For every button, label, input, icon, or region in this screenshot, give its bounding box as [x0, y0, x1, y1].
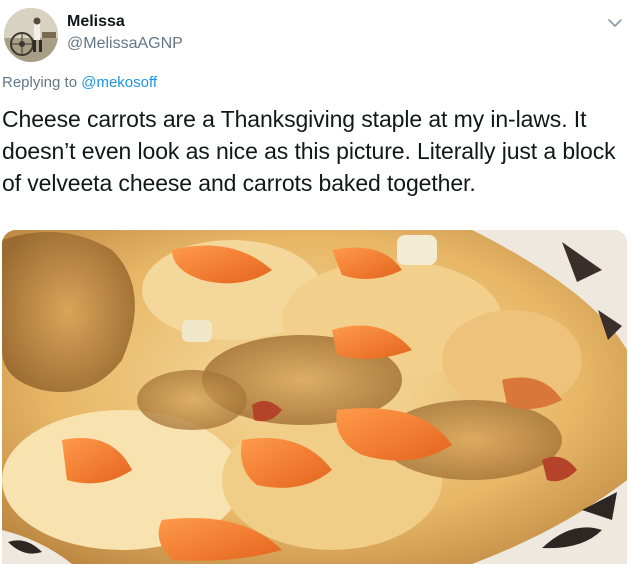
chevron-down-icon[interactable] [606, 14, 624, 32]
tweet-text: Cheese carrots are a Thanksgiving staple… [2, 106, 616, 196]
reply-context: Replying to @mekosoff [2, 73, 157, 93]
reply-prefix: Replying to [2, 74, 82, 91]
reply-mention-link[interactable]: @mekosoff [81, 74, 157, 91]
avatar[interactable] [4, 8, 58, 62]
author-display-name[interactable]: Melissa [67, 12, 125, 32]
author-handle[interactable]: @MelissaAGNP [67, 34, 183, 54]
tweet-photo[interactable] [2, 230, 627, 564]
tweet: Melissa @MelissaAGNP Replying to @mekoso… [0, 0, 631, 564]
